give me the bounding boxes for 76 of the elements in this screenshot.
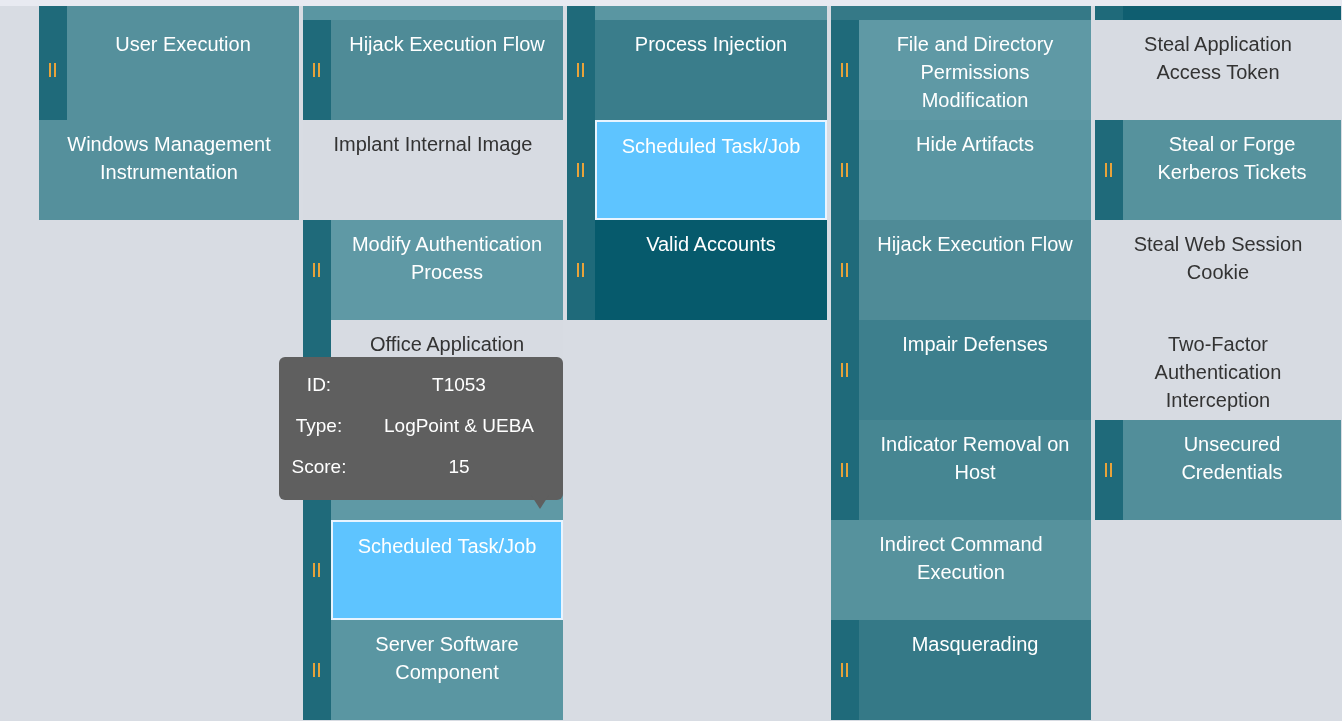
- technique-name: Indirect Command Execution: [878, 532, 1044, 585]
- technique-name: Process Injection: [634, 32, 788, 57]
- expand-toggle[interactable]: [1095, 420, 1123, 520]
- technique-name: Steal Web Session Cookie: [1132, 232, 1304, 285]
- expand-toggle[interactable]: [567, 220, 595, 320]
- technique-name: Steal or Forge Kerberos Tickets: [1156, 132, 1308, 185]
- technique-cell[interactable]: Masquerading: [859, 620, 1091, 720]
- technique-cell[interactable]: Hijack Execution Flow: [859, 220, 1091, 320]
- technique-cell[interactable]: Windows Management Instrumentation: [39, 120, 299, 220]
- technique-name: Hijack Execution Flow: [877, 232, 1073, 257]
- technique-name: Scheduled Task/Job: [357, 534, 537, 559]
- technique-name: Steal Application Access Token: [1143, 32, 1293, 85]
- technique-name: Masquerading: [911, 632, 1039, 657]
- tooltip-label: Score:: [290, 455, 348, 479]
- technique-name: Modify Authentication Process: [350, 232, 544, 285]
- technique-name: User Execution: [115, 32, 251, 57]
- technique-cell[interactable]: Indicator Removal on Host: [859, 420, 1091, 520]
- technique-cell[interactable]: Scheduled Task/Job: [595, 120, 827, 220]
- expand-toggle[interactable]: [303, 220, 331, 320]
- technique-cell[interactable]: Valid Accounts: [595, 220, 827, 320]
- tooltip-value: T1053: [431, 373, 487, 397]
- double-bar-icon: [841, 263, 849, 277]
- double-bar-icon: [841, 663, 849, 677]
- technique-cell[interactable]: Server Software Component: [331, 620, 563, 720]
- tooltip-value: LogPoint & UEBA: [383, 414, 535, 438]
- technique-name: Impair Defenses: [902, 332, 1048, 357]
- tooltip-value: 15: [447, 455, 471, 479]
- technique-cell[interactable]: Hijack Execution Flow: [331, 20, 563, 120]
- technique-name: Unsecured Credentials: [1180, 432, 1284, 485]
- double-bar-icon: [841, 363, 849, 377]
- technique-cell[interactable]: File and Directory Permissions Modification: [859, 20, 1091, 120]
- double-bar-icon: [313, 563, 321, 577]
- technique-name: Hide Artifacts: [916, 132, 1034, 157]
- tooltip-label: ID:: [305, 373, 333, 397]
- double-bar-icon: [841, 63, 849, 77]
- double-bar-icon: [313, 663, 321, 677]
- technique-cell[interactable]: Unsecured Credentials: [1123, 420, 1341, 520]
- double-bar-icon: [313, 63, 321, 77]
- technique-name: Two-Factor Authentication Interception: [1153, 332, 1283, 413]
- technique-name: Implant Internal Image: [333, 132, 533, 157]
- double-bar-icon: [841, 163, 849, 177]
- expand-toggle[interactable]: [1095, 120, 1123, 220]
- expand-toggle[interactable]: [567, 6, 595, 20]
- technique-name: Server Software Component: [374, 632, 520, 685]
- double-bar-icon: [577, 263, 585, 277]
- expand-toggle[interactable]: [831, 420, 859, 520]
- technique-name: File and Directory Permissions Modification: [895, 32, 1055, 113]
- double-bar-icon: [577, 63, 585, 77]
- technique-name: Office Application: [369, 332, 525, 357]
- technique-cell[interactable]: Steal or Forge Kerberos Tickets: [1123, 120, 1341, 220]
- expand-toggle[interactable]: [39, 20, 67, 120]
- double-bar-icon: [1105, 463, 1113, 477]
- technique-cell[interactable]: Hide Artifacts: [859, 120, 1091, 220]
- double-bar-icon: [49, 63, 57, 77]
- double-bar-icon: [841, 463, 849, 477]
- expand-toggle[interactable]: [831, 20, 859, 120]
- technique-name: Windows Management Instrumentation: [66, 132, 272, 185]
- double-bar-icon: [313, 263, 321, 277]
- technique-name: Scheduled Task/Job: [621, 134, 801, 159]
- technique-cell[interactable]: Scheduled Task/Job: [331, 520, 563, 620]
- tooltip-label: Type:: [294, 414, 344, 438]
- double-bar-icon: [1105, 163, 1113, 177]
- expand-toggle[interactable]: [831, 620, 859, 720]
- technique-cell[interactable]: Process Injection: [595, 20, 827, 120]
- expand-toggle[interactable]: [39, 6, 67, 20]
- expand-toggle[interactable]: [303, 620, 331, 720]
- technique-name: Hijack Execution Flow: [349, 32, 545, 57]
- expand-toggle[interactable]: [303, 20, 331, 120]
- technique-name: Indicator Removal on Host: [879, 432, 1071, 485]
- technique-name: Valid Accounts: [646, 232, 776, 257]
- technique-cell[interactable]: User Execution: [67, 20, 299, 120]
- double-bar-icon: [577, 163, 585, 177]
- expand-toggle[interactable]: [1095, 6, 1123, 20]
- technique-cell[interactable]: Modify Authentication Process: [331, 220, 563, 320]
- technique-cell[interactable]: Indirect Command Execution: [831, 520, 1091, 620]
- technique-cell[interactable]: Impair Defenses: [859, 320, 1091, 420]
